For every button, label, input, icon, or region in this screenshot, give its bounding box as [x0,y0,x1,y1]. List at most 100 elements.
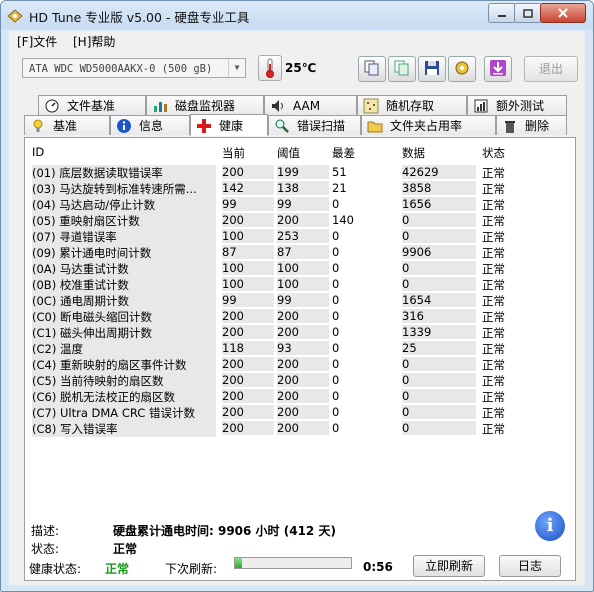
table-row[interactable]: (C0) 断电磁头缩回计数 200 200 0 316 正常 [30,309,570,325]
attribute-id-cell: (07) 寻道错误率 [32,229,216,245]
floppy-disk-icon [423,59,441,80]
disk-monitor-icon [151,98,169,114]
current-value-cell: 200 [222,165,274,179]
tab-disk-monitor[interactable]: 磁盘监视器 [146,95,264,115]
threshold-cell: 200 [277,309,329,323]
current-value-cell: 200 [222,421,274,435]
tab-aam[interactable]: AAM [264,95,357,115]
tab-label: 基准 [53,119,78,133]
attribute-id-cell: (C2) 温度 [32,341,216,357]
current-value-cell: 99 [222,197,274,211]
tab-info[interactable]: 信息 [110,115,190,135]
status-cell: 正常 [482,406,505,420]
close-button[interactable] [540,3,586,23]
tab-random-access[interactable]: 随机存取 [357,95,467,115]
table-row[interactable]: (09) 累计通电时间计数 87 87 0 9906 正常 [30,245,570,261]
column-header-id[interactable]: ID [32,145,44,159]
app-window: HD Tune 专业版 v5.00 - 硬盘专业工具 [F]文件 [H]帮助 A… [0,0,594,592]
table-row[interactable]: (07) 寻道错误率 100 253 0 0 正常 [30,229,570,245]
info-circle-icon: i [535,511,565,541]
minimize-button[interactable] [488,3,516,23]
current-value-cell: 100 [222,261,274,275]
attribute-id-cell: (C7) Ultra DMA CRC 错误计数 [32,405,216,421]
raw-data-cell: 3858 [402,181,476,195]
description-value: 硬盘累计通电时间: 9906 小时 (412 天) [113,524,336,538]
attribute-id-cell: (0A) 马达重试计数 [32,261,216,277]
health-cross-icon [195,118,213,134]
tab-folder-usage[interactable]: 文件夹占用率 [361,115,496,135]
drive-select[interactable]: ATA WDC WD5000AAKX-0 (500 gB) ▼ [22,58,246,78]
column-header-threshold[interactable]: 阈值 [277,145,300,161]
extra-tests-icon [472,98,490,114]
table-row[interactable]: (C2) 温度 118 93 0 25 正常 [30,341,570,357]
table-row[interactable]: (05) 重映射扇区计数 200 200 140 0 正常 [30,213,570,229]
table-row[interactable]: (0A) 马达重试计数 100 100 0 0 正常 [30,261,570,277]
column-header-status[interactable]: 状态 [482,145,505,161]
attribute-id-cell: (C6) 脱机无法校正的扇区数 [32,389,216,405]
raw-data-cell: 0 [402,229,476,243]
drive-select-value: ATA WDC WD5000AAKX-0 (500 gB) [29,63,213,75]
save-button[interactable] [418,56,446,82]
chevron-down-icon[interactable]: ▼ [228,59,245,77]
table-row[interactable]: (C1) 磁头伸出周期计数 200 200 0 1339 正常 [30,325,570,341]
status-cell: 正常 [482,294,505,308]
hd-tune-app-icon [7,7,23,23]
tab-label: AAM [293,98,321,113]
raw-data-cell: 0 [402,405,476,419]
worst-value-cell: 0 [332,229,340,243]
copy-text-button[interactable] [358,56,386,82]
attribute-id-cell: (C0) 断电磁头缩回计数 [32,309,216,325]
options-button[interactable] [448,56,476,82]
exit-button[interactable]: 退出 [524,56,578,82]
tab-label: 文件夹占用率 [390,119,463,133]
raw-data-cell: 0 [402,357,476,371]
status-cell: 正常 [482,310,505,324]
status-cell: 正常 [482,182,505,196]
table-row[interactable]: (C8) 写入错误率 200 200 0 0 正常 [30,421,570,437]
table-row[interactable]: (C7) Ultra DMA CRC 错误计数 200 200 0 0 正常 [30,405,570,421]
status-cell: 正常 [482,390,505,404]
attribute-id-cell: (C4) 重新映射的扇区事件计数 [32,357,216,373]
menu-file[interactable]: [F]文件 [17,33,57,50]
info-icon [115,118,133,134]
title-bar[interactable]: HD Tune 专业版 v5.00 - 硬盘专业工具 [1,1,593,29]
tab-benchmark[interactable]: 基准 [24,115,110,135]
raw-data-cell: 0 [402,373,476,387]
tab-file-benchmark[interactable]: 文件基准 [38,95,146,115]
log-button[interactable]: 日志 [499,555,561,577]
table-row[interactable]: (01) 底层数据读取错误率 200 199 51 42629 正常 [30,165,570,181]
current-value-cell: 200 [222,309,274,323]
table-row[interactable]: (0C) 通电周期计数 99 99 0 1654 正常 [30,293,570,309]
current-value-cell: 200 [222,325,274,339]
threshold-cell: 200 [277,389,329,403]
copy-screenshot-button[interactable] [388,56,416,82]
menu-help[interactable]: [H]帮助 [73,33,115,50]
table-row[interactable]: (C5) 当前待映射的扇区数 200 200 0 0 正常 [30,373,570,389]
worst-value-cell: 0 [332,277,340,291]
current-value-cell: 100 [222,277,274,291]
column-header-worst[interactable]: 最差 [332,145,355,161]
worst-value-cell: 51 [332,165,347,179]
status-cell: 正常 [482,262,505,276]
column-header-current[interactable]: 当前 [222,145,245,161]
tab-error-scan[interactable]: 错误扫描 [268,115,361,135]
status-cell: 正常 [482,198,505,212]
refresh-now-button[interactable]: 立即刷新 [413,555,485,577]
tab-label: 磁盘监视器 [175,99,236,113]
status-label: 状态: [31,542,60,556]
download-update-button[interactable] [484,56,512,82]
table-row[interactable]: (0B) 校准重试计数 100 100 0 0 正常 [30,277,570,293]
maximize-button[interactable] [514,3,542,23]
current-value-cell: 200 [222,373,274,387]
tab-label: 删除 [525,119,550,133]
tab-extra-tests[interactable]: 额外测试 [467,95,567,115]
tab-erase[interactable]: 删除 [496,115,567,135]
tab-health[interactable]: 健康 [190,114,268,136]
status-cell: 正常 [482,246,505,260]
threshold-cell: 93 [277,341,329,355]
table-row[interactable]: (C4) 重新映射的扇区事件计数 200 200 0 0 正常 [30,357,570,373]
table-row[interactable]: (C6) 脱机无法校正的扇区数 200 200 0 0 正常 [30,389,570,405]
table-row[interactable]: (03) 马达旋转到标准转速所需... 142 138 21 3858 正常 [30,181,570,197]
table-row[interactable]: (04) 马达启动/停止计数 99 99 0 1656 正常 [30,197,570,213]
column-header-data[interactable]: 数据 [402,145,425,161]
